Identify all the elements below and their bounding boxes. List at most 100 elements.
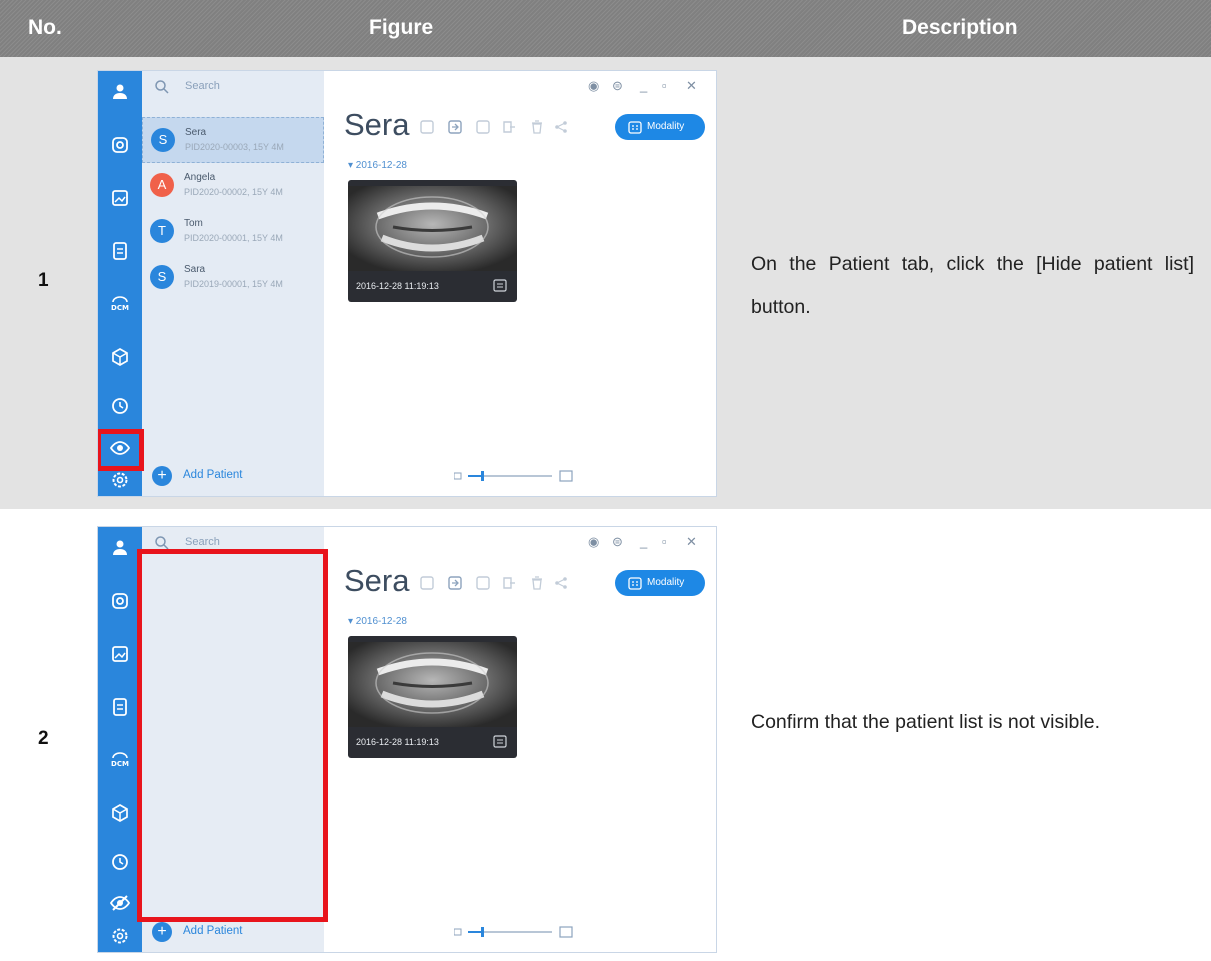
- image-tool-icon[interactable]: [420, 120, 434, 134]
- copy-icon[interactable]: [476, 120, 490, 134]
- share-icon[interactable]: [554, 576, 568, 590]
- export-icon[interactable]: [502, 576, 516, 590]
- minimize-icon[interactable]: _: [640, 534, 647, 549]
- image-thumbnail[interactable]: 2016-12-28 11:19:13: [348, 180, 517, 302]
- user-icon[interactable]: ◉: [588, 534, 599, 550]
- app-window: S Sera PID2020-00003, 15Y 4M A Angela PI…: [97, 70, 717, 497]
- patient-detail-panel: Sera Modality ▾ 2016-12-28 2016-12-28 11…: [324, 103, 716, 496]
- table-row: 1 S Sera PID2020-00003, 15Y 4M A Angela …: [0, 57, 1211, 509]
- patient-avatar: A: [150, 173, 174, 197]
- share-icon[interactable]: [554, 120, 568, 134]
- search-input[interactable]: Search: [185, 80, 220, 92]
- row-number: 1: [38, 270, 49, 291]
- search-input[interactable]: Search: [185, 536, 220, 548]
- toolbar: [420, 576, 595, 592]
- image-tool-icon[interactable]: [420, 576, 434, 590]
- window-controls: ◉ ⊜ _ ▫ ✕: [588, 78, 708, 96]
- table-header: No. Figure Description: [0, 0, 1211, 57]
- network-icon[interactable]: ⊜: [612, 78, 623, 94]
- settings-icon[interactable]: [108, 468, 132, 492]
- camera-icon[interactable]: [108, 589, 132, 613]
- highlight-box: [137, 549, 328, 922]
- patient-tab-icon[interactable]: [108, 536, 132, 560]
- table-row: 2 Search ◉ ⊜ _ ▫ ✕ DCM + Add Patient Ser…: [0, 509, 1211, 961]
- patient-title: Sera: [344, 107, 410, 142]
- history-icon[interactable]: [108, 850, 132, 874]
- delete-icon[interactable]: [530, 120, 544, 134]
- 3d-cube-icon[interactable]: [108, 801, 132, 825]
- thumbnail-timestamp: 2016-12-28 11:19:13: [356, 281, 439, 291]
- maximize-icon[interactable]: ▫: [662, 78, 667, 93]
- plus-icon: +: [152, 922, 172, 942]
- document-icon[interactable]: [108, 695, 132, 719]
- highlight-box: [98, 429, 144, 471]
- date-group-header[interactable]: ▾ 2016-12-28: [348, 160, 407, 171]
- copy-icon[interactable]: [476, 576, 490, 590]
- header-no: No.: [28, 16, 62, 39]
- patient-avatar: S: [150, 265, 174, 289]
- patient-item[interactable]: T Tom PID2020-00001, 15Y 4M: [142, 209, 324, 255]
- image-thumbnail[interactable]: 2016-12-28 11:19:13: [348, 636, 517, 758]
- note-icon[interactable]: [493, 735, 507, 748]
- zoom-slider[interactable]: [454, 924, 578, 940]
- add-patient-label: Add Patient: [183, 925, 243, 937]
- patient-list: S Sera PID2020-00003, 15Y 4M A Angela PI…: [142, 71, 324, 496]
- history-icon[interactable]: [108, 394, 132, 418]
- close-icon[interactable]: ✕: [686, 534, 697, 550]
- window-controls: ◉ ⊜ _ ▫ ✕: [588, 534, 708, 552]
- image-viewer-icon[interactable]: [108, 186, 132, 210]
- date-group-header[interactable]: ▾ 2016-12-28: [348, 616, 407, 627]
- dicom-icon[interactable]: DCM: [108, 748, 132, 772]
- dicom-icon[interactable]: DCM: [108, 292, 132, 316]
- patient-name: Sera: [185, 127, 207, 138]
- panoramic-xray-image: [348, 642, 517, 727]
- modality-label: Modality: [647, 121, 685, 132]
- image-viewer-icon[interactable]: [108, 642, 132, 666]
- patient-item[interactable]: S Sera PID2020-00003, 15Y 4M: [142, 117, 324, 163]
- minimize-icon[interactable]: _: [640, 78, 647, 93]
- thumbnail-timestamp: 2016-12-28 11:19:13: [356, 737, 439, 747]
- patient-title: Sera: [344, 563, 410, 598]
- sidebar: DCM: [98, 527, 142, 952]
- plus-icon: +: [152, 466, 172, 486]
- settings-icon[interactable]: [108, 924, 132, 948]
- calendar-icon: [628, 121, 642, 134]
- note-icon[interactable]: [493, 279, 507, 292]
- patient-item[interactable]: S Sara PID2019-00001, 15Y 4M: [142, 255, 324, 301]
- patient-id: PID2020-00002, 15Y 4M: [184, 187, 283, 197]
- camera-icon[interactable]: [108, 133, 132, 157]
- document-icon[interactable]: [108, 239, 132, 263]
- export-icon[interactable]: [502, 120, 516, 134]
- patient-item[interactable]: A Angela PID2020-00002, 15Y 4M: [142, 163, 324, 209]
- header-figure: Figure: [369, 16, 434, 39]
- app-window: Search ◉ ⊜ _ ▫ ✕ DCM + Add Patient Sera: [97, 526, 717, 953]
- step-description: Confirm that the patient list is not vis…: [751, 711, 1100, 733]
- patient-avatar: T: [150, 219, 174, 243]
- import-icon[interactable]: [448, 120, 462, 134]
- patient-name: Sara: [184, 264, 206, 275]
- maximize-icon[interactable]: ▫: [662, 534, 667, 549]
- patient-detail-panel: Sera Modality ▾ 2016-12-28 2016-12-28 11…: [324, 559, 716, 952]
- panoramic-xray-image: [348, 186, 517, 271]
- network-icon[interactable]: ⊜: [612, 534, 623, 550]
- zoom-slider[interactable]: [454, 468, 578, 484]
- patient-name: Tom: [184, 218, 203, 229]
- svg-text:DCM: DCM: [111, 304, 129, 312]
- header-description: Description: [902, 16, 1018, 39]
- patient-tab-icon[interactable]: [108, 80, 132, 104]
- step-description: On the Patient tab, click the [Hide pati…: [751, 253, 1194, 318]
- modality-button[interactable]: Modality: [615, 570, 705, 596]
- 3d-cube-icon[interactable]: [108, 345, 132, 369]
- show-patient-list-icon[interactable]: [108, 891, 132, 915]
- close-icon[interactable]: ✕: [686, 78, 697, 94]
- patient-id: PID2019-00001, 15Y 4M: [184, 279, 283, 289]
- patient-id: PID2020-00003, 15Y 4M: [185, 142, 284, 152]
- import-icon[interactable]: [448, 576, 462, 590]
- toolbar: [420, 120, 595, 136]
- modality-button[interactable]: Modality: [615, 114, 705, 140]
- patient-id: PID2020-00001, 15Y 4M: [184, 233, 283, 243]
- svg-text:DCM: DCM: [111, 760, 129, 768]
- add-patient-label: Add Patient: [183, 469, 243, 481]
- user-icon[interactable]: ◉: [588, 78, 599, 94]
- delete-icon[interactable]: [530, 576, 544, 590]
